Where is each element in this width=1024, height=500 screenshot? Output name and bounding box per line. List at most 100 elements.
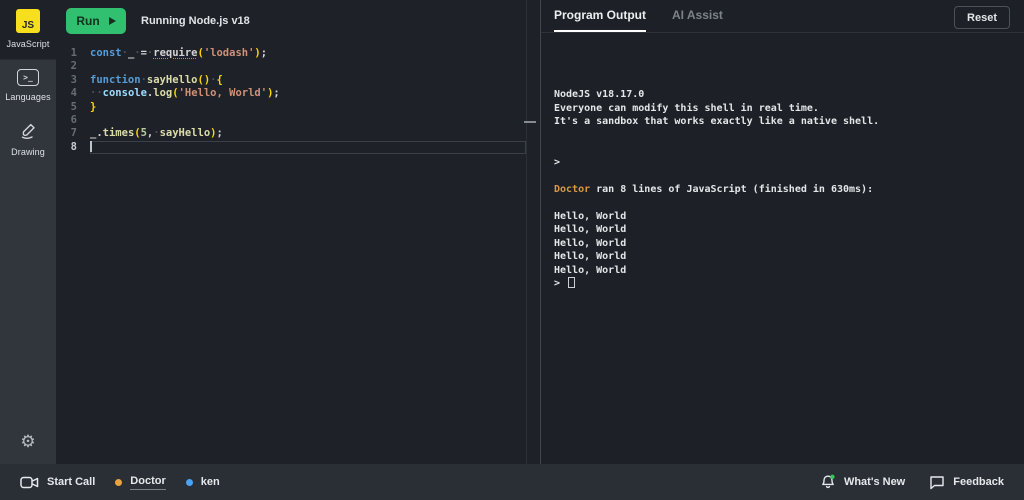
code-line[interactable]: 4··console.log('Hello, World'); bbox=[56, 87, 540, 100]
overview-ruler bbox=[526, 0, 527, 464]
console-line: Doctor ran 8 lines of JavaScript (finish… bbox=[554, 183, 1010, 197]
line-number: 1 bbox=[56, 47, 90, 60]
console-line: > bbox=[554, 156, 1010, 170]
code-editor[interactable]: 1const·_·=·require('lodash');23function·… bbox=[56, 42, 540, 154]
line-number: 7 bbox=[56, 127, 90, 140]
console-line bbox=[554, 196, 1010, 210]
code-line-content: const·_·=·require('lodash'); bbox=[90, 47, 526, 60]
start-call-label: Start Call bbox=[47, 476, 95, 488]
terminal-icon: >_ bbox=[17, 69, 39, 86]
bell-icon bbox=[820, 474, 836, 490]
console-text: > bbox=[554, 157, 560, 168]
whats-new-label: What's New bbox=[844, 476, 905, 488]
sidebar-item-drawing[interactable]: Drawing bbox=[0, 112, 56, 167]
feedback-label: Feedback bbox=[953, 476, 1004, 488]
code-token: ·· bbox=[90, 87, 103, 99]
console-line bbox=[554, 129, 1010, 143]
console-line: Hello, World bbox=[554, 264, 1010, 278]
code-line[interactable]: 5} bbox=[56, 101, 540, 114]
sidebar-item-languages[interactable]: >_ Languages bbox=[0, 60, 56, 112]
console-line: Hello, World bbox=[554, 250, 1010, 264]
participant-ken[interactable]: ken bbox=[186, 476, 220, 488]
console-text: Hello, World bbox=[554, 224, 626, 235]
code-token: times bbox=[103, 127, 135, 139]
code-line[interactable]: 6 bbox=[56, 114, 540, 127]
sidebar-item-javascript[interactable]: JS JavaScript bbox=[0, 0, 56, 60]
console-text: NodeJS v18.17.0 bbox=[554, 89, 644, 100]
console-text: > bbox=[554, 278, 566, 289]
code-token: console bbox=[103, 87, 147, 99]
code-token: 'lodash' bbox=[204, 47, 255, 59]
code-line-content: _.times(5,·sayHello); bbox=[90, 127, 526, 140]
text-cursor bbox=[90, 141, 92, 152]
code-line[interactable]: 1const·_·=·require('lodash'); bbox=[56, 47, 540, 60]
console-line: > bbox=[554, 277, 1010, 291]
code-token: 'Hello, World' bbox=[179, 87, 268, 99]
console-text: Hello, World bbox=[554, 211, 626, 222]
participant-color-dot bbox=[115, 479, 122, 486]
code-line[interactable]: 7_.times(5,·sayHello); bbox=[56, 127, 540, 140]
terminal-cursor bbox=[568, 277, 575, 288]
console-line: NodeJS v18.17.0 bbox=[554, 88, 1010, 102]
code-token: sayHello bbox=[147, 74, 198, 86]
tab-ai-assist[interactable]: AI Assist bbox=[672, 0, 723, 32]
settings-button[interactable]: ⚙ bbox=[0, 432, 56, 452]
participant-name: Doctor bbox=[130, 475, 165, 490]
sidebar-item-label: Languages bbox=[5, 92, 50, 102]
code-line-content: ··console.log('Hello, World'); bbox=[90, 87, 526, 100]
code-line[interactable]: 3function·sayHello()·{ bbox=[56, 74, 540, 87]
code-token: require bbox=[153, 47, 197, 59]
code-token: ; bbox=[261, 47, 267, 59]
code-token: const bbox=[90, 47, 122, 59]
app-window: JS JavaScript >_ Languages Drawing ⚙ Run bbox=[0, 0, 1024, 500]
console-line: Hello, World bbox=[554, 210, 1010, 224]
code-token: } bbox=[90, 101, 96, 113]
run-button[interactable]: Run bbox=[66, 8, 126, 34]
code-line-content: } bbox=[90, 101, 526, 114]
code-token: sayHello bbox=[160, 127, 211, 139]
video-camera-icon bbox=[20, 476, 39, 489]
participant-color-dot bbox=[186, 479, 193, 486]
console-line bbox=[554, 142, 1010, 156]
console-text: Hello, World bbox=[554, 265, 626, 276]
pen-icon bbox=[18, 121, 38, 141]
overview-ruler-marker bbox=[524, 121, 536, 123]
console-text: It's a sandbox that works exactly like a… bbox=[554, 116, 879, 127]
line-number: 3 bbox=[56, 74, 90, 87]
bottom-bar: Start Call Doctor ken What' bbox=[0, 464, 1024, 500]
sidebar-item-label: JavaScript bbox=[6, 39, 49, 49]
editor-header: Run Running Node.js v18 bbox=[56, 0, 540, 42]
code-line[interactable]: 2 bbox=[56, 60, 540, 73]
participant-doctor[interactable]: Doctor bbox=[115, 475, 165, 490]
code-token: { bbox=[216, 74, 222, 86]
start-call-button[interactable]: Start Call bbox=[20, 476, 95, 489]
tab-program-output[interactable]: Program Output bbox=[554, 0, 646, 32]
line-number: 4 bbox=[56, 87, 90, 100]
play-icon bbox=[109, 17, 116, 25]
line-number: 5 bbox=[56, 101, 90, 114]
sidebar-item-label: Drawing bbox=[11, 147, 45, 157]
run-status-text: Running Node.js v18 bbox=[141, 15, 250, 27]
javascript-logo-icon: JS bbox=[16, 9, 40, 33]
line-number: 2 bbox=[56, 60, 90, 73]
code-line-content bbox=[90, 60, 526, 73]
code-token: ; bbox=[273, 87, 279, 99]
code-line-content: function·sayHello()·{ bbox=[90, 74, 526, 87]
code-line[interactable]: 8 bbox=[56, 141, 540, 154]
console-text: Doctor bbox=[554, 184, 590, 195]
reset-button[interactable]: Reset bbox=[954, 6, 1010, 29]
output-pane: Program Output AI Assist Reset NodeJS v1… bbox=[541, 0, 1024, 464]
line-number: 6 bbox=[56, 114, 90, 127]
output-tab-bar: Program Output AI Assist Reset bbox=[541, 0, 1024, 33]
code-token: function bbox=[90, 74, 141, 86]
speech-bubble-icon bbox=[929, 475, 945, 490]
feedback-button[interactable]: Feedback bbox=[929, 475, 1004, 490]
run-button-label: Run bbox=[76, 14, 99, 28]
console-line: It's a sandbox that works exactly like a… bbox=[554, 115, 1010, 129]
whats-new-button[interactable]: What's New bbox=[820, 474, 905, 490]
console-output[interactable]: NodeJS v18.17.0 Everyone can modify this … bbox=[541, 33, 1024, 291]
code-token: ; bbox=[216, 127, 222, 139]
line-number: 8 bbox=[56, 141, 90, 154]
console-line: Everyone can modify this shell in real t… bbox=[554, 102, 1010, 116]
console-text: Everyone can modify this shell in real t… bbox=[554, 103, 819, 114]
